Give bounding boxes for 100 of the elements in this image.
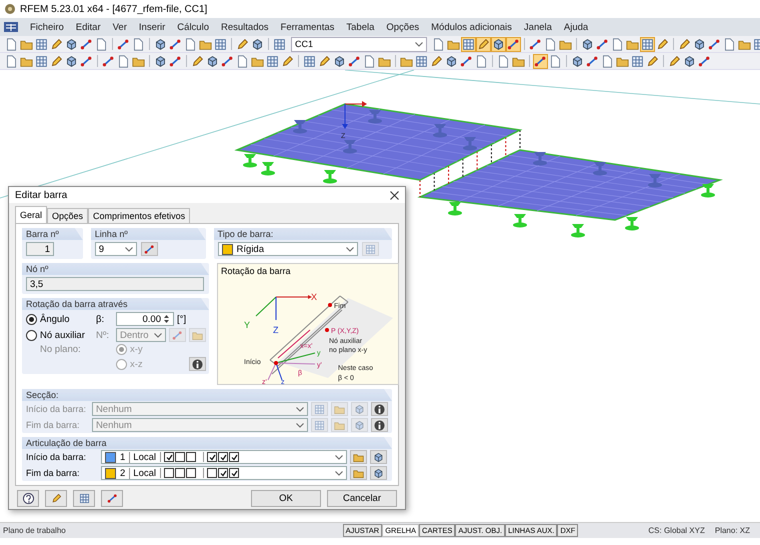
toolbar-button[interactable] bbox=[280, 54, 295, 68]
toolbar-button[interactable] bbox=[79, 36, 94, 52]
toolbar-button[interactable] bbox=[491, 36, 506, 52]
node-number-field[interactable]: 3,5 bbox=[26, 277, 204, 291]
toolbar-button[interactable] bbox=[630, 54, 645, 68]
toolbar-button[interactable] bbox=[429, 54, 444, 68]
toolbar-button[interactable] bbox=[697, 54, 712, 68]
toolbar-button[interactable] bbox=[64, 54, 79, 68]
dialog-tab[interactable]: Opções bbox=[47, 208, 88, 223]
toolbar-button[interactable] bbox=[64, 36, 79, 52]
toolbar-button[interactable] bbox=[506, 36, 521, 52]
tool-button[interactable] bbox=[370, 466, 387, 480]
toolbar-button[interactable] bbox=[205, 54, 220, 68]
toolbar-button[interactable] bbox=[34, 36, 49, 52]
toolbar-button[interactable] bbox=[595, 36, 610, 52]
line-number-dropdown[interactable]: 9 bbox=[94, 242, 137, 256]
menu-item[interactable]: Ferramentas bbox=[280, 22, 334, 32]
toolbar-button[interactable] bbox=[459, 54, 474, 68]
info-button[interactable] bbox=[371, 402, 388, 416]
menu-item[interactable]: Resultados bbox=[220, 22, 269, 32]
toolbar-button[interactable] bbox=[707, 36, 722, 52]
dialog-button[interactable]: Cancelar bbox=[327, 490, 397, 507]
bar-number-field[interactable]: 1 bbox=[26, 242, 54, 256]
toolbar-button[interactable] bbox=[667, 54, 682, 68]
dialog-button[interactable]: OK bbox=[251, 490, 321, 507]
toolbar-button[interactable] bbox=[302, 54, 317, 68]
toolbar-button[interactable] bbox=[131, 36, 146, 52]
help-button[interactable] bbox=[17, 490, 39, 507]
menu-item[interactable]: Módulos adicionais bbox=[431, 22, 512, 32]
toolbar-button[interactable] bbox=[183, 36, 198, 52]
bar-type-dropdown[interactable]: Rígida bbox=[218, 242, 358, 256]
checkbox[interactable] bbox=[175, 468, 186, 478]
toolbar-button[interactable] bbox=[682, 54, 697, 68]
menu-item[interactable]: Ficheiro bbox=[30, 22, 64, 32]
toolbar-button[interactable] bbox=[548, 54, 563, 68]
angle-field[interactable]: 0.00 bbox=[116, 312, 174, 326]
checkbox[interactable] bbox=[207, 468, 218, 478]
checkbox[interactable] bbox=[186, 452, 196, 462]
checkbox[interactable] bbox=[164, 468, 174, 478]
toolbar-button[interactable] bbox=[496, 54, 511, 68]
hinge-dropdown[interactable]: 2 Local bbox=[101, 466, 347, 480]
close-icon[interactable] bbox=[390, 190, 399, 200]
toolbar-button[interactable] bbox=[265, 54, 280, 68]
toolbar-button[interactable] bbox=[101, 54, 116, 68]
toolbar-button[interactable] bbox=[655, 36, 670, 52]
toolbar-button[interactable] bbox=[79, 54, 94, 68]
toolbar-button[interactable] bbox=[235, 36, 250, 52]
toolbar-button[interactable] bbox=[533, 54, 548, 68]
toolbar-button[interactable] bbox=[431, 36, 446, 52]
toolbar-button[interactable] bbox=[49, 36, 64, 52]
load-case-dropdown[interactable]: CC1 bbox=[291, 36, 427, 52]
menu-item[interactable]: Ver bbox=[112, 22, 127, 32]
toolbar-button[interactable] bbox=[190, 54, 205, 68]
toolbar-button[interactable] bbox=[580, 36, 595, 52]
toolbar-button[interactable] bbox=[4, 36, 19, 52]
checkbox[interactable] bbox=[186, 468, 196, 478]
checkbox[interactable] bbox=[229, 468, 240, 478]
toolbar-button[interactable] bbox=[414, 54, 429, 68]
toolbar-button[interactable] bbox=[362, 54, 377, 68]
hinge-dropdown[interactable]: 1 Local bbox=[101, 450, 347, 464]
tool-button[interactable] bbox=[350, 466, 367, 480]
checkbox[interactable] bbox=[164, 452, 174, 462]
checkbox[interactable] bbox=[229, 452, 240, 462]
toolbar-button[interactable] bbox=[34, 54, 49, 68]
toolbar-button[interactable] bbox=[168, 54, 183, 68]
toolbar-button[interactable] bbox=[585, 54, 600, 68]
toolbar-button[interactable] bbox=[332, 54, 347, 68]
toolbar-button[interactable] bbox=[116, 54, 131, 68]
toolbar-button[interactable] bbox=[610, 36, 625, 52]
radio-option[interactable]: Nó auxiliar bbox=[26, 330, 96, 340]
toolbar-button[interactable] bbox=[235, 54, 250, 68]
window-menu-icon[interactable] bbox=[4, 22, 18, 32]
toolbar-button[interactable] bbox=[528, 36, 543, 52]
toolbar-button[interactable] bbox=[347, 54, 362, 68]
toolbar-button[interactable] bbox=[722, 36, 737, 52]
toolbar-button[interactable] bbox=[153, 36, 168, 52]
dialog-tab[interactable]: Geral bbox=[15, 206, 48, 223]
toolbar-button[interactable] bbox=[168, 36, 183, 52]
toolbar-button[interactable] bbox=[220, 54, 235, 68]
toolbar-button[interactable] bbox=[461, 36, 476, 52]
toolbar-button[interactable] bbox=[692, 36, 707, 52]
menu-item[interactable]: Ajuda bbox=[564, 22, 588, 32]
dialog-tab[interactable]: Comprimentos efetivos bbox=[88, 208, 190, 223]
menu-item[interactable]: Janela bbox=[524, 22, 552, 32]
toolbar-button[interactable] bbox=[677, 36, 692, 52]
toolbar-button[interactable] bbox=[272, 36, 287, 52]
edit-button[interactable] bbox=[45, 490, 67, 507]
menu-item[interactable]: Cálculo bbox=[177, 22, 209, 32]
pick-button[interactable] bbox=[101, 490, 123, 507]
toolbar-button[interactable] bbox=[317, 54, 332, 68]
toolbar-button[interactable] bbox=[600, 54, 615, 68]
menu-item[interactable]: Opções bbox=[386, 22, 420, 32]
info-button[interactable] bbox=[371, 418, 388, 432]
toolbar-button[interactable] bbox=[116, 36, 131, 52]
tool-button[interactable] bbox=[370, 450, 387, 464]
toolbar-button[interactable] bbox=[476, 36, 491, 52]
menu-item[interactable]: Tabela bbox=[346, 22, 374, 32]
table-button[interactable] bbox=[73, 490, 95, 507]
checkbox[interactable] bbox=[175, 452, 186, 462]
menu-item[interactable]: Editar bbox=[76, 22, 101, 32]
